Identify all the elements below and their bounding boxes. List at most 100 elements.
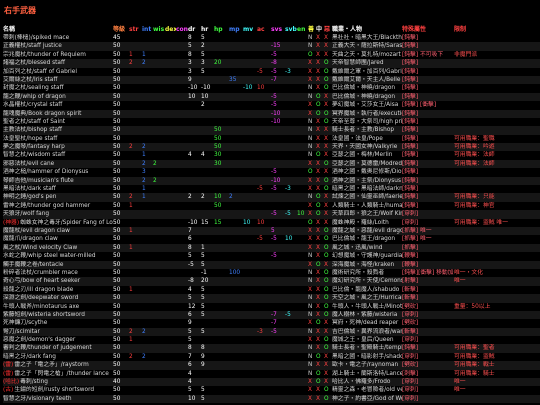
cell-person[interactable]: 騎士長者・主教/Bishop xyxy=(332,126,402,134)
cell-person[interactable]: 冥府・死神/dead reaper xyxy=(332,319,402,327)
cell-person[interactable]: 天曲之天・莫扎特/mozart xyxy=(332,51,402,59)
table-row[interactable]: 彎刀/scimitar502255-3-5NXX吉巴倫城・異界流浪者/wande… xyxy=(3,327,540,337)
cell-person[interactable]: 吉巴倫城・異界流浪者/wanderer xyxy=(332,328,402,336)
cell-person[interactable]: 天帝至尊・大祭司/high priestess xyxy=(332,118,402,126)
cell-person[interactable]: 法皇國・法皇/Pope xyxy=(332,135,402,143)
table-row[interactable]: (雷)雷之子「電之矛」/raystorm 50 6 9 N X X 歐卡・電之子/raynom… xyxy=(3,361,540,370)
cell-person[interactable]: 天帝智慧師團/Jared xyxy=(332,59,402,67)
cell-person[interactable]: 天草四郎・狼之王/Wolf King xyxy=(332,210,402,218)
table-row[interactable]: 法皇聖杖/hope staff 50 50 N X X 法皇國・法皇/Pope [鈍擊] 可用職… xyxy=(3,134,540,144)
table-row[interactable]: 艾爾絲之杖/Iris staff 50 9 35 -7 X X O 戴維爾艾爾・天主人/Bell… xyxy=(3,75,540,85)
column-header-svs[interactable]: svs xyxy=(271,25,285,34)
table-row[interactable]: 魔龍爪/dragon claw 50 6 -5 -5 10 X X O 巴比倫城・龍王/drago… xyxy=(3,235,540,244)
table-row[interactable]: 加百列之杖/staff of Gabriel 50 3 5 -5 -5 -3 X X O 戴維爾之軍… xyxy=(3,67,540,76)
column-header-lvl[interactable]: 等級 xyxy=(113,25,129,34)
table-row[interactable]: 水晶權杖/crystal staff 50 2 -5 X O X 夢幻魔城・艾莎女王/Aisa… xyxy=(3,101,540,110)
cell-person[interactable]: 天界・天國女神/Valkyrie xyxy=(332,143,402,151)
column-header-person[interactable]: 職業・人物 xyxy=(332,25,402,34)
table-row[interactable]: 死神鐮刀/scythe 50 9 -7 X O X 冥府・死神/dead reaper [劈砍] xyxy=(3,319,540,328)
table-row[interactable]: 正義權杖/staff justice 50 5 2 -15 N X X 正義大天・薩拉斯特/Sa… xyxy=(3,42,540,51)
cell-person[interactable]: 魔術研究所・殺戮者 xyxy=(332,269,402,277)
cell-person[interactable]: 戴維爾艾爾・天主人/Belle xyxy=(332,76,402,84)
column-header-mp[interactable]: mp xyxy=(229,25,243,34)
cell-person[interactable]: 亞瑟之國・梅林/Merlin xyxy=(332,151,402,159)
cell-person[interactable]: 巴比倫城・神曉/dragon xyxy=(332,84,402,92)
table-row[interactable]: 審判之鞭/thunder of judgement 50 8 8 N X O 騎士長者・聖殿騎… xyxy=(3,344,540,353)
table-row[interactable]: 宗兆魔杖/thunder of Requiem 50 1 1 8 5 -5 O X X 天曲之天・莫… xyxy=(3,50,540,60)
table-row[interactable]: 深淵之劍/deepwater sword 50 5 5 N X O 天空之城・風之王/Hurr… xyxy=(3,294,540,303)
table-row[interactable]: 雷神之錘/thunder god hammer 50 1 50 X O X 人類騎士・人類騎士… xyxy=(3,201,540,211)
table-row[interactable]: 粉碎者法杖/crumbler mace 50 -1 100 N X O 魔術研究所・殺戮者 [鈍… xyxy=(3,268,540,278)
cell-person[interactable]: 歐卡・電之子/raynoman xyxy=(332,361,402,369)
table-row[interactable]: 暗黑之牙/dark fang 50 2 2 7 9 N O X 黑暗之國・暗影射手/shadow … xyxy=(3,352,540,362)
table-row[interactable]: 諸福之杖/blessed staff 50 2 2 3 3 20 -8 X X O 天帝智慧師團/Ja… xyxy=(3,59,540,68)
column-header-special[interactable]: 特殊屬性 xyxy=(402,25,454,34)
table-row[interactable]: 惡魔之劍/demon's dagger 50 1 5 X X O 魔城之王・皇后/Queen[… xyxy=(3,336,540,345)
cell-person[interactable]: 正義大天・薩拉斯特/Sarastro xyxy=(332,42,402,50)
table-row[interactable]: 奇心弓/bow of heart seeker 50 -8 20 N X O 魔幻研究所・天使… xyxy=(3,277,540,286)
column-header-wis[interactable]: wis xyxy=(153,25,165,34)
table-row[interactable]: 邪惡法杖/evil cane 50 2 2 30 X X O 亞瑟之國・莫德雷/Modred [鈍… xyxy=(3,159,540,169)
column-header-hp[interactable]: hp xyxy=(214,25,229,34)
cell-person[interactable]: 酒神之國・主祭/Dionysus xyxy=(332,177,402,185)
table-row[interactable]: 智慧之牙/visionary teeth 50 10 5 X X O 神之子・約書亞/God … xyxy=(3,394,540,404)
cell-person[interactable]: 魔龍之城・惡龍/evil dragon xyxy=(332,227,402,235)
table-row[interactable]: 龍之鞭/whip of dragon 50 10 10 -5 N O X 巴比倫城・神曉/dra… xyxy=(3,92,540,102)
cell-person[interactable]: 魔幻研究所・天使/Cemons xyxy=(332,277,402,285)
cell-person[interactable]: 黑社社・暗黑大王/Blackthorn xyxy=(332,34,402,42)
cell-person[interactable]: 人類騎士・人類騎士/human chevalier xyxy=(332,202,402,210)
table-row[interactable]: 帶刺(棒槌)/spiked mace 45 8 5 N X X 黑社社・暗黑大王/Blackt… xyxy=(3,34,540,43)
column-header-ac[interactable]: ac xyxy=(257,25,271,34)
column-header-name[interactable]: 名稱 xyxy=(3,25,113,34)
cell-person[interactable]: 魔城之王・皇后/Queen xyxy=(332,336,402,344)
table-row[interactable]: 魔龍杖/evil dragon claw 50 1 7 5 X X O 魔龍之城・惡龍/evil… xyxy=(3,226,540,236)
cell-person[interactable]: 幻想魔城・守護神/guardian vampire xyxy=(332,252,402,260)
column-header-dr[interactable]: dr xyxy=(188,25,201,34)
table-row[interactable]: 風之杖/Wind velocity Claw 50 1 8 1 X X O 風之城・迅風/win… xyxy=(3,243,540,253)
column-header-mv[interactable]: mv xyxy=(243,25,257,34)
table-row[interactable]: 殺龍之刃/ill dragon blade 50 1 4 5 X X O 巴比倫・龍魔人/sha… xyxy=(3,285,540,295)
column-header-en[interactable]: en xyxy=(297,25,308,34)
column-header-dex[interactable]: dex xyxy=(165,25,176,34)
table-row[interactable]: 聖者之杖/staff of Saint 50 -10 N X O 天帝至尊・大祭司/high… xyxy=(3,117,540,127)
table-row[interactable]: 水蛇之鞭/whip steel water-milled 50 5 5 -5 N X O 幻想魔… xyxy=(3,252,540,261)
column-header-evil[interactable]: 惡 xyxy=(324,25,332,34)
cell-person[interactable]: 天空之城・風之王/Hurricane xyxy=(332,294,402,302)
cell-person[interactable]: 巴比倫城・龍王/dragon xyxy=(332,235,402,243)
cell-person[interactable]: 哈比人・佛羅多/Frodo xyxy=(332,378,402,386)
table-row[interactable]: 夢之魔琴/fantasy harp 50 2 2 50 N X X 天界・天國女神/Valkyr… xyxy=(3,143,540,152)
column-header-con[interactable]: con xyxy=(176,25,188,34)
cell-person[interactable]: 深海魔城・海怪/kraken xyxy=(332,261,402,269)
cell-person[interactable]: 魔蛛神殿・羅絲/Lolth xyxy=(332,219,402,227)
cell-person[interactable]: 暗黑之國・黑暗法師/darkness xyxy=(332,185,402,193)
table-row[interactable]: 酒神之槌/hammer of Dionysus 50 3 -5 O X X 酒神之國・戴奧尼修… xyxy=(3,168,540,177)
table-row[interactable]: (哈比)毒刺/sting 40 4 X O X 哈比人・佛羅多/Frodo [穿刺] 唯一 xyxy=(3,378,540,387)
table-row[interactable]: 主教法杖/bishop staff 50 50 N X X 騎士長者・主教/Bishop [鈍… xyxy=(3,126,540,135)
cell-person[interactable]: 酒神之國・戴奧尼修斯/Dionysus xyxy=(332,168,402,176)
table-row[interactable]: 琴師吉他/musician's flute 50 2 2 -10 X X O 酒神之國・主祭/D… xyxy=(3,176,540,186)
cell-person[interactable]: 戴維爾之軍・加百列/Gabriel xyxy=(332,68,402,76)
column-header-good[interactable]: 善 xyxy=(308,25,316,34)
cell-person[interactable]: 牛頭人・牛頭人戰士/Minotaurus xyxy=(332,303,402,311)
table-row[interactable]: 黑暗法杖/dark staff 50 1 -5 -5 -3 X X O 暗黑之國・黑暗法師/dar… xyxy=(3,185,540,194)
cell-person[interactable]: 湖上騎士・蘭斯洛特/Lancelot xyxy=(332,370,402,378)
table-row[interactable]: 牛頭人戰斧/minotaurus axe 50 12 5 N X O 牛頭人・牛頭人戰士/Mi… xyxy=(3,302,540,311)
table-row[interactable]: 龍魂魔典/Book dragon spirit 50 -10 X O O 冥界魔城・執行者/… xyxy=(3,109,540,118)
column-header-hr[interactable]: hr xyxy=(201,25,214,34)
table-row[interactable]: 天狼牙/wolf fang 50 -5 -5 10 X O X 天草四郎・狼之王/Wolf Ki… xyxy=(3,210,540,219)
cell-person[interactable]: 巴比倫城・神曉/dragon xyxy=(332,93,402,101)
table-row[interactable]: 智慧之杖/wisdom staff 50 1 4 4 30 N O X 亞瑟之國・梅林/Merli… xyxy=(3,151,540,160)
table-row[interactable]: 紫藤短劍/wisteria shortsword 50 6 5 -7 -5 N X O 魔人樹林・… xyxy=(3,310,540,320)
column-header-svb[interactable]: svb xyxy=(285,25,297,34)
cell-person[interactable]: 亞瑟之國・莫德雷/Modred xyxy=(332,160,402,168)
table-row[interactable]: (古)生鏽的短劍/rusty shortsword 50 5 5 X X O 精靈之森・老冒險… xyxy=(3,386,540,395)
cell-person[interactable]: 冥界魔城・執行者/executioner xyxy=(332,110,402,118)
table-row[interactable]: (神器)蜘蛛女神之毒牙/Spider Fang of Lolth 50 -10 15 1… xyxy=(3,218,540,227)
cell-person[interactable]: 試煉之國・仙靈巫師/faerie shaman xyxy=(332,193,402,201)
cell-person[interactable]: 魔人樹林・紫藤/wisteria xyxy=(332,311,402,319)
column-header-restrict[interactable]: 限制 xyxy=(454,25,540,34)
column-header-int[interactable]: int xyxy=(142,25,153,34)
table-row[interactable]: 封魔之杖/sealing staff 50 -10 -10 -10 10 N X O 巴比倫城・神… xyxy=(3,84,540,93)
table-row[interactable]: 神明之錘/god's pen 50 2 1 2 2 10 2 N O X 試煉之國・仙靈巫師/faer… xyxy=(3,193,540,202)
table-row[interactable]: (雷)雷之子「閃電之槍」/thunder lance 50 4 N O X 湖上騎士・蘭斯洛… xyxy=(3,369,540,379)
